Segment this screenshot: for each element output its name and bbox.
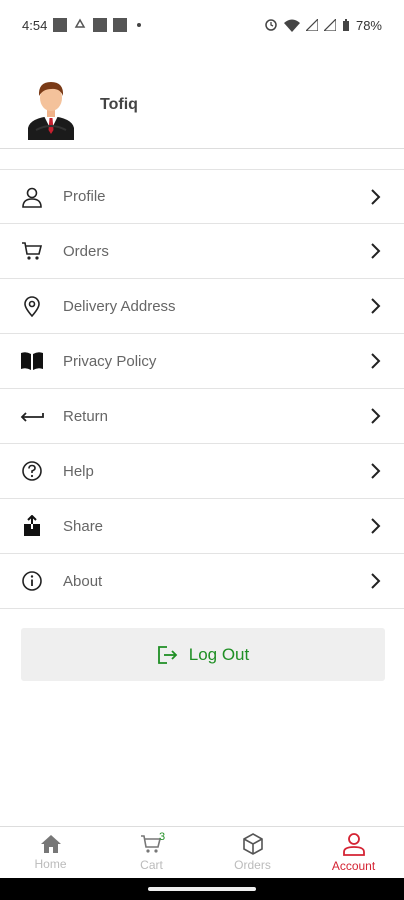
alarm-icon: [265, 19, 277, 31]
avatar: [28, 82, 74, 140]
nav-label: Account: [331, 859, 376, 873]
status-time: 4:54: [22, 17, 48, 33]
gesture-bar: [0, 878, 404, 900]
chevron-right-icon: [371, 353, 381, 369]
nav-item-cart[interactable]: 3 Cart: [101, 827, 202, 878]
status-left: 4:54: [22, 17, 142, 33]
notification-icon: [53, 18, 68, 32]
account-icon: [342, 833, 365, 856]
nav-item-orders[interactable]: Orders: [202, 827, 303, 878]
chevron-right-icon: [371, 408, 381, 424]
menu-item-label: Share: [63, 517, 104, 535]
chevron-right-icon: [371, 188, 381, 205]
menu-item-privacy-policy[interactable]: Privacy Policy: [0, 334, 404, 389]
gesture-handle[interactable]: [148, 887, 256, 891]
menu-item-profile[interactable]: Profile: [0, 169, 404, 224]
signal-icon: [323, 19, 336, 31]
profile-header[interactable]: Tofiq: [0, 62, 404, 148]
home-icon: [40, 835, 61, 853]
menu-item-return[interactable]: Return: [0, 389, 404, 444]
menu-item-label: Delivery Address: [63, 297, 176, 315]
logout-button[interactable]: Log Out: [21, 628, 385, 681]
chevron-right-icon: [371, 298, 381, 314]
profile-name: Tofiq: [100, 96, 138, 113]
bottom-nav: Home 3 Cart Orders Account: [0, 826, 404, 878]
menu-item-help[interactable]: Help: [0, 444, 404, 499]
nav-label: Home: [34, 857, 67, 871]
menu-item-label: Privacy Policy: [63, 352, 157, 370]
chevron-right-icon: [371, 518, 381, 534]
menu-item-label: Return: [63, 407, 109, 425]
menu-item-about[interactable]: About: [0, 554, 404, 609]
help-icon: [20, 459, 44, 483]
recycle-icon: [75, 18, 86, 28]
nav-item-home[interactable]: Home: [0, 827, 101, 878]
chevron-right-icon: [371, 243, 381, 259]
menu-item-label: About: [63, 572, 103, 590]
signal-icon: [305, 19, 318, 31]
box-icon: [242, 833, 263, 855]
battery-icon: [342, 18, 349, 31]
cart-icon: [20, 239, 44, 263]
book-icon: [20, 349, 44, 373]
chevron-right-icon: [371, 463, 381, 479]
menu-item-label: Orders: [63, 242, 109, 260]
nav-label: Cart: [140, 858, 163, 872]
wifi-icon: [283, 19, 300, 32]
menu-item-orders[interactable]: Orders: [0, 224, 404, 279]
logout-label: Log Out: [188, 644, 250, 664]
share-icon: [20, 514, 44, 538]
battery-level: 78%: [355, 17, 382, 33]
menu-item-label: Help: [63, 462, 94, 480]
notification-icon: [113, 18, 128, 32]
nav-label: Orders: [234, 858, 271, 872]
status-right: 78%: [264, 18, 382, 33]
location-pin-icon: [20, 294, 44, 318]
account-menu: Profile Orders Delivery Address Privacy …: [0, 148, 404, 609]
more-notifications-icon: [137, 23, 142, 27]
menu-item-label: Profile: [63, 188, 106, 205]
return-arrow-icon: [20, 404, 44, 428]
cart-badge: 3: [159, 831, 166, 843]
nav-item-account[interactable]: Account: [303, 827, 404, 878]
person-icon: [20, 185, 44, 209]
info-icon: [20, 569, 44, 593]
chevron-right-icon: [371, 573, 381, 589]
status-bar: 4:54 78%: [0, 0, 404, 50]
notification-icon: [93, 18, 108, 32]
logout-icon: [157, 645, 178, 664]
menu-item-delivery-address[interactable]: Delivery Address: [0, 279, 404, 334]
menu-item-share[interactable]: Share: [0, 499, 404, 554]
